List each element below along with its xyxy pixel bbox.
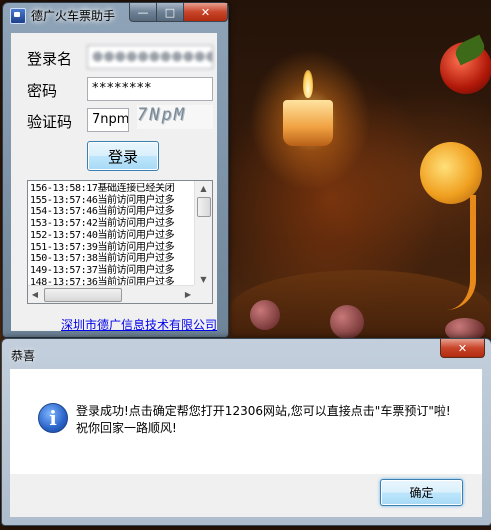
app-title: 德广火车票助手	[31, 9, 116, 23]
captcha-label: 验证码	[27, 113, 73, 131]
dialog-message-line2: 祝你回家一路顺风!	[76, 421, 177, 435]
login-button[interactable]: 登录	[87, 141, 159, 171]
dialog-message-line1: 登录成功!点击确定帮您打开12306网站,您可以直接点击"车票预订"啦!	[76, 404, 451, 418]
log-lines: 156-13:58:17基础连接已经关闭 155-13:57:46当前访问用户过…	[30, 183, 194, 288]
scroll-right-icon[interactable]: ▶	[181, 286, 195, 303]
log-line: 155-13:57:46当前访问用户过多	[30, 194, 175, 206]
wallpaper-peel	[430, 195, 476, 310]
close-button[interactable]: ✕	[184, 3, 228, 22]
wallpaper-grape	[250, 300, 280, 330]
log-line: 153-13:57:42当前访问用户过多	[30, 218, 175, 230]
dialog-message-area: i 登录成功!点击确定帮您打开12306网站,您可以直接点击"车票预订"啦! 祝…	[10, 369, 482, 474]
log-listbox[interactable]: 156-13:58:17基础连接已经关闭 155-13:57:46当前访问用户过…	[27, 180, 213, 304]
horizontal-scroll-thumb[interactable]	[44, 288, 122, 302]
app-window: 德广火车票助手 — □ ✕ 登录名 ●●●●●●●●●●● 密码 *******…	[2, 2, 229, 338]
maximize-button[interactable]: □	[157, 3, 184, 22]
password-label: 密码	[27, 82, 58, 100]
log-line: 150-13:57:38当前访问用户过多	[30, 253, 175, 265]
log-line: 151-13:57:39当前访问用户过多	[30, 241, 175, 253]
horizontal-scrollbar[interactable]: ◀ ▶	[28, 285, 195, 303]
scroll-down-icon[interactable]: ▼	[195, 272, 212, 286]
log-line: 149-13:57:37当前访问用户过多	[30, 264, 175, 276]
scroll-up-icon[interactable]: ▲	[195, 181, 212, 195]
login-form: 登录名 ●●●●●●●●●●● 密码 ******** 验证码 7npm 7Np…	[11, 33, 217, 333]
log-line: 154-13:57:46当前访问用户过多	[30, 206, 175, 218]
app-titlebar[interactable]: 德广火车票助手 — □ ✕	[3, 3, 228, 27]
wallpaper-flame	[303, 70, 313, 98]
wallpaper-grape	[330, 305, 364, 339]
vertical-scrollbar[interactable]: ▲ ▼	[194, 181, 212, 286]
log-line: 156-13:58:17基础连接已经关闭	[30, 183, 175, 194]
captcha-image[interactable]: 7NpM	[137, 105, 213, 129]
log-line: 152-13:57:40当前访问用户过多	[30, 229, 175, 241]
info-icon: i	[38, 403, 68, 433]
password-field[interactable]: ********	[87, 77, 213, 101]
vertical-scroll-thumb[interactable]	[197, 197, 211, 217]
scroll-left-icon[interactable]: ◀	[28, 286, 42, 303]
app-train-icon	[10, 8, 26, 24]
ok-button[interactable]: 确定	[380, 479, 463, 506]
scrollbar-corner	[194, 285, 212, 303]
username-label: 登录名	[27, 50, 73, 68]
captcha-field[interactable]: 7npm	[87, 108, 129, 132]
wallpaper-candle	[283, 100, 333, 146]
dialog-close-button[interactable]: ✕	[440, 339, 485, 358]
congrats-dialog: 恭喜 ✕ i 登录成功!点击确定帮您打开12306网站,您可以直接点击"车票预订…	[1, 338, 491, 526]
company-link[interactable]: 深圳市德广信息技术有限公司	[61, 316, 217, 333]
caption-buttons: — □ ✕	[129, 3, 228, 22]
username-field[interactable]: ●●●●●●●●●●●	[87, 45, 213, 69]
dialog-message: 登录成功!点击确定帮您打开12306网站,您可以直接点击"车票预订"啦! 祝你回…	[76, 403, 451, 437]
minimize-button[interactable]: —	[129, 3, 157, 22]
dialog-title: 恭喜	[11, 349, 36, 363]
